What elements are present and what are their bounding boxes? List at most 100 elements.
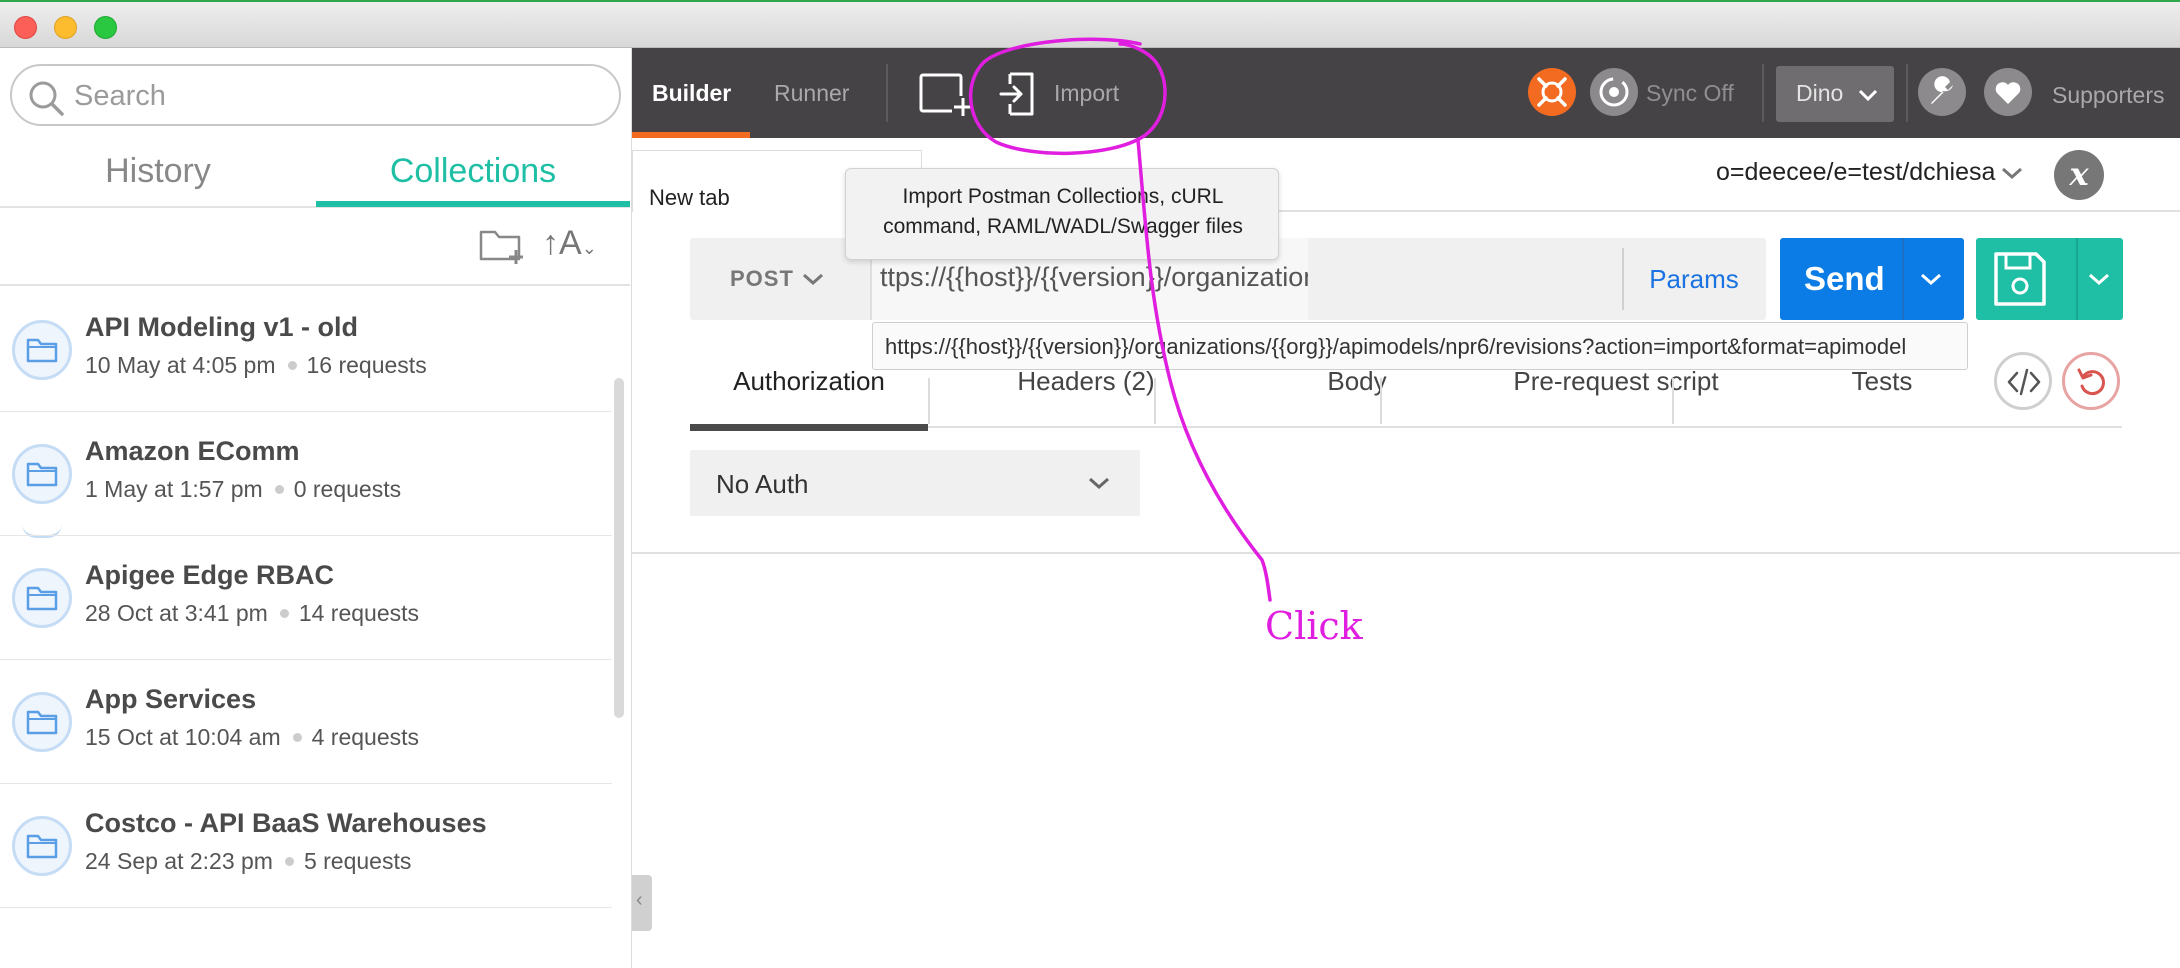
save-divider — [2076, 238, 2078, 320]
interceptor-icon[interactable] — [1528, 68, 1576, 116]
chevron-left-icon: ‹ — [636, 889, 643, 911]
generate-code-button[interactable] — [1994, 352, 2052, 410]
folder-icon — [12, 320, 72, 380]
separator-dot — [274, 484, 284, 494]
separator-dot — [287, 360, 297, 370]
send-label: Send — [1804, 260, 1885, 297]
collection-request-count: 16 requests — [306, 352, 427, 378]
tab-prerequest-script[interactable]: Pre-request script — [1470, 366, 1762, 428]
import-tooltip-line-1: Import Postman Collections, cURL — [902, 185, 1224, 208]
collection-item[interactable]: Amazon EComm 1 May at 1:57 pm 0 requests — [0, 412, 612, 536]
new-collection-icon[interactable] — [478, 226, 528, 266]
auth-type-select[interactable]: No Auth — [690, 450, 1140, 516]
collection-date: 24 Sep at 2:23 pm — [85, 848, 273, 874]
tab-headers[interactable]: Headers (2) — [928, 366, 1244, 428]
collection-item[interactable]: Costco - API BaaS Warehouses 24 Sep at 2… — [0, 784, 612, 908]
wrench-icon[interactable] — [1918, 68, 1966, 116]
folder-icon — [12, 568, 72, 628]
chevron-down-icon — [803, 273, 823, 286]
collection-date: 28 Oct at 3:41 pm — [85, 600, 268, 626]
import-button[interactable]: Import — [1054, 80, 1119, 107]
reset-button[interactable] — [2062, 352, 2120, 410]
tab-tests[interactable]: Tests — [1762, 366, 2002, 428]
send-button[interactable]: Send — [1780, 238, 1964, 320]
environment-quick-look-button[interactable]: x — [2054, 150, 2104, 200]
subtab-divider — [1380, 378, 1382, 424]
collection-name: App Services — [85, 684, 257, 714]
content-divider — [632, 552, 2180, 554]
toolbar-divider — [1762, 64, 1764, 122]
collection-item[interactable]: API Modeling v1 - old 10 May at 4:05 pm 1… — [0, 288, 612, 412]
reset-icon — [2077, 368, 2105, 396]
collection-name: API Modeling v1 - old — [85, 312, 359, 342]
send-divider — [1902, 238, 1904, 320]
folder-icon — [12, 816, 72, 876]
collection-request-count: 5 requests — [303, 848, 412, 874]
collection-meta: 1 May at 1:57 pm 0 requests — [85, 476, 401, 503]
separator-dot — [284, 856, 294, 866]
sidebar-collapse-handle[interactable]: ‹ — [632, 875, 652, 931]
zoom-window-button[interactable] — [94, 16, 117, 39]
collection-list: API Modeling v1 - old 10 May at 4:05 pm 1… — [0, 288, 612, 968]
import-icon[interactable] — [998, 70, 1040, 118]
collection-request-count: 14 requests — [298, 600, 420, 626]
active-tab-indicator — [316, 201, 630, 207]
method-select[interactable]: POST — [690, 238, 870, 320]
collection-item[interactable]: Apigee Edge RBAC 28 Oct at 3:41 pm 14 req… — [0, 536, 612, 660]
new-window-icon[interactable] — [918, 70, 974, 118]
collection-request-count: 0 requests — [293, 476, 402, 502]
subtab-divider — [1672, 378, 1674, 424]
separator-dot — [292, 732, 302, 742]
sidebar-scrollbar[interactable] — [614, 378, 624, 718]
url-tooltip-text: https://{{host}}/{{version}}/organizatio… — [885, 334, 1907, 359]
request-tab-label: New tab — [649, 185, 730, 210]
minimize-window-button[interactable] — [54, 16, 77, 39]
collection-request-count: 4 requests — [311, 724, 420, 750]
url-text: ttps://{{host}}/{{version}}/organization… — [880, 262, 1308, 292]
builder-tab[interactable]: Builder — [652, 80, 731, 107]
auth-type-label: No Auth — [716, 469, 809, 499]
tab-collections[interactable]: Collections — [316, 152, 630, 208]
separator-dot — [279, 608, 289, 618]
collection-name: Apigee Edge RBAC — [85, 560, 335, 590]
runner-tab[interactable]: Runner — [774, 80, 849, 107]
collection-name: Costco - API BaaS Warehouses — [85, 808, 487, 838]
collection-meta: 10 May at 4:05 pm 16 requests — [85, 352, 427, 379]
close-window-button[interactable] — [14, 16, 37, 39]
sync-status-label[interactable]: Sync Off — [1646, 80, 1734, 107]
collection-item[interactable]: App Services 15 Oct at 10:04 am 4 request… — [0, 660, 612, 784]
chevron-down-icon[interactable] — [2088, 272, 2110, 286]
top-toolbar: Builder Runner Import Sync Off Dino Supp… — [632, 48, 2180, 138]
user-menu-button[interactable]: Dino — [1776, 66, 1894, 122]
supporters-link[interactable]: Supporters — [2052, 82, 2165, 109]
save-button[interactable] — [1976, 238, 2123, 320]
chevron-down-icon — [1858, 89, 1878, 102]
search-input[interactable] — [74, 78, 594, 114]
chevron-down-icon[interactable] — [1920, 272, 1942, 286]
toolbar-divider — [1906, 64, 1908, 122]
toolbar-divider — [886, 64, 888, 122]
sort-icon: ↑A — [542, 224, 582, 262]
tab-body[interactable]: Body — [1244, 366, 1470, 428]
chevron-down-icon — [1089, 477, 1109, 490]
code-icon — [2007, 368, 2041, 396]
collection-date: 10 May at 4:05 pm — [85, 352, 276, 378]
heart-icon[interactable] — [1984, 68, 2032, 116]
sync-icon[interactable] — [1590, 68, 1638, 116]
method-label: POST — [730, 266, 794, 291]
collection-date: 1 May at 1:57 pm — [85, 476, 263, 502]
import-tooltip: Import Postman Collections, cURL command… — [845, 168, 1279, 260]
tab-history[interactable]: History — [0, 152, 316, 208]
params-button[interactable]: Params — [1622, 264, 1766, 295]
save-icon — [1994, 252, 2046, 306]
chevron-down-icon — [2002, 168, 2023, 180]
collection-date: 15 Oct at 10:04 am — [85, 724, 281, 750]
collection-tools: ↑A⌄ — [0, 210, 630, 286]
tab-authorization[interactable]: Authorization — [690, 366, 928, 431]
sidebar: History Collections ↑A⌄ API Modeling v1 … — [0, 48, 632, 968]
sort-button[interactable]: ↑A⌄ — [542, 224, 597, 263]
search-box[interactable] — [10, 64, 621, 126]
subtab-divider — [928, 378, 930, 424]
url-tooltip: https://{{host}}/{{version}}/organizatio… — [872, 322, 1968, 370]
environment-select[interactable]: o=deecee/e=test/dchiesa — [1716, 158, 2023, 187]
